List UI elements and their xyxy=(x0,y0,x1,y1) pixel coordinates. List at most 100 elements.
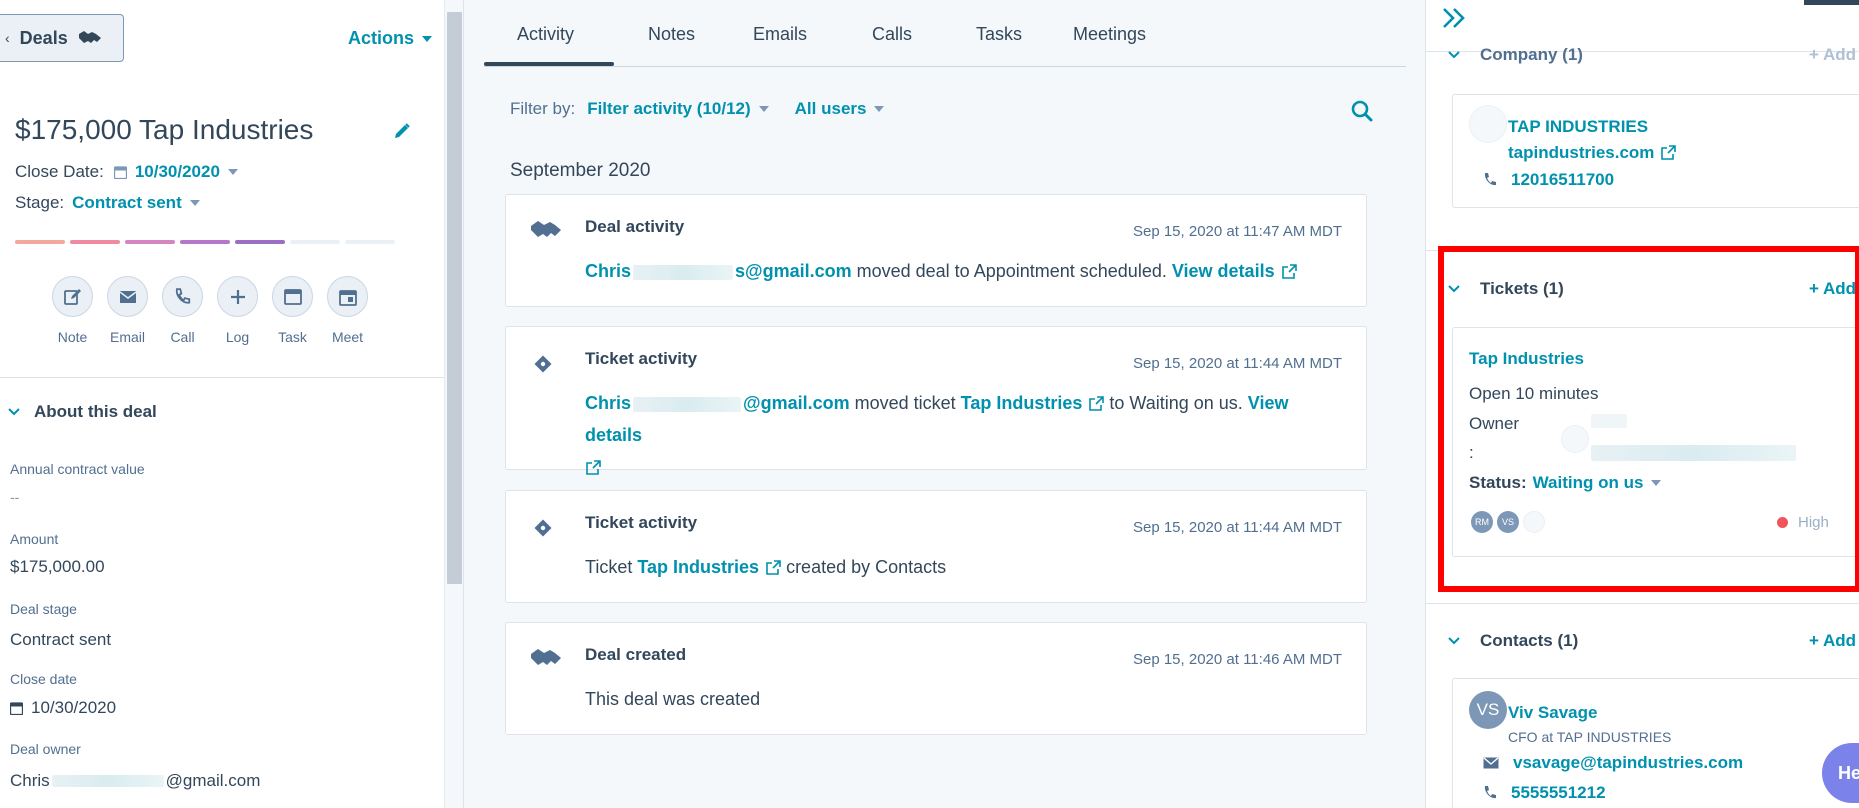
task-icon[interactable] xyxy=(272,276,313,317)
active-tab-indicator xyxy=(484,62,614,66)
pipeline-segment xyxy=(125,240,175,244)
activity-text: Ticket xyxy=(585,557,633,577)
company-phone[interactable]: 12016511700 xyxy=(1483,170,1614,190)
external-link-icon[interactable] xyxy=(585,460,601,476)
phone-icon[interactable] xyxy=(162,276,203,317)
back-to-deals-button[interactable]: ‹ Deals xyxy=(0,14,124,62)
email-icon[interactable] xyxy=(107,276,148,317)
actions-dropdown[interactable]: Actions xyxy=(348,28,433,49)
activity-text: moved ticket xyxy=(854,393,956,413)
user-link[interactable]: Chris @gmail.com xyxy=(585,393,850,413)
all-users-label: All users xyxy=(794,99,867,118)
calendar-icon xyxy=(10,701,23,715)
activity-card[interactable]: Ticket activity Sep 15, 2020 at 11:44 AM… xyxy=(505,326,1367,476)
tab-tasks[interactable]: Tasks xyxy=(976,24,1022,45)
phone-icon xyxy=(1483,785,1497,801)
all-users-dropdown[interactable]: All users xyxy=(795,99,885,119)
chevron-down-icon xyxy=(8,408,20,416)
add-contact-button[interactable]: + Add xyxy=(1809,631,1856,651)
contacts-section-toggle[interactable]: Contacts (1) xyxy=(1448,631,1578,651)
company-domain-link[interactable]: tapindustries.com xyxy=(1508,143,1677,163)
plus-icon[interactable] xyxy=(217,276,258,317)
pipeline-segment xyxy=(290,240,340,244)
stage-label: Stage: xyxy=(15,193,65,212)
caret-down-icon xyxy=(758,106,769,112)
quick-action-label: Meet xyxy=(331,329,364,345)
double-chevron-right-icon[interactable] xyxy=(1441,6,1467,30)
property-value[interactable]: -- xyxy=(10,489,19,505)
property-value-owner[interactable]: Chris @gmail.com xyxy=(10,771,260,791)
chevron-down-icon xyxy=(1448,637,1460,645)
quick-action-note[interactable]: Note xyxy=(52,276,93,345)
add-company-button[interactable]: + Add xyxy=(1809,45,1856,65)
tab-emails[interactable]: Emails xyxy=(753,24,807,45)
company-name-link[interactable]: TAP INDUSTRIES xyxy=(1508,117,1648,137)
pencil-icon[interactable] xyxy=(393,122,411,140)
tab-bar: Activity Notes Emails Calls Tasks Meetin… xyxy=(484,0,1406,67)
contact-name-link[interactable]: Viv Savage xyxy=(1508,703,1597,723)
activity-card[interactable]: Deal activity Sep 15, 2020 at 11:47 AM M… xyxy=(505,194,1367,307)
redacted-blur xyxy=(633,396,742,412)
property-value[interactable]: Contract sent xyxy=(10,630,111,650)
about-section-toggle[interactable]: About this deal xyxy=(8,402,157,422)
property-label: Amount xyxy=(10,531,59,547)
pipeline-segment xyxy=(235,240,285,244)
quick-actions: Note Email Call Log Task Meet xyxy=(52,276,368,345)
scrollbar-thumb[interactable] xyxy=(447,12,462,584)
divider xyxy=(0,377,444,378)
redacted-blur xyxy=(633,264,734,280)
contact-email[interactable]: vsavage@tapindustries.com xyxy=(1483,753,1743,773)
property-value[interactable]: $175,000.00 xyxy=(10,557,105,577)
user-link[interactable]: Chris s@gmail.com xyxy=(585,261,852,281)
deal-title: $175,000 Tap Industries xyxy=(15,114,314,145)
quick-action-email[interactable]: Email xyxy=(107,276,148,345)
quick-action-label: Call xyxy=(170,329,195,345)
activity-text: created by Contacts xyxy=(786,557,947,577)
close-date-dropdown[interactable]: 10/30/2020 xyxy=(113,162,238,182)
quick-action-meet[interactable]: Meet xyxy=(327,276,368,345)
pipeline-segment xyxy=(15,240,65,244)
pipeline-segment xyxy=(345,240,395,244)
caret-down-icon xyxy=(227,169,238,175)
redacted-blur xyxy=(51,775,164,787)
filter-activity-dropdown[interactable]: Filter activity (10/12) xyxy=(587,99,769,119)
filter-activity-label: Filter activity (10/12) xyxy=(587,99,751,118)
activity-body: Chris s@gmail.com moved deal to Appointme… xyxy=(585,255,1297,287)
external-link-icon xyxy=(765,560,781,576)
user-name: Chris xyxy=(585,261,632,281)
quick-action-log[interactable]: Log xyxy=(217,276,258,345)
quick-action-label: Task xyxy=(278,329,307,345)
pipeline-segment xyxy=(180,240,230,244)
company-section-toggle[interactable]: Company (1) xyxy=(1448,45,1583,65)
quick-action-call[interactable]: Call xyxy=(162,276,203,345)
ticket-link[interactable]: Tap Industries xyxy=(961,393,1105,413)
scrollbar[interactable] xyxy=(444,0,464,808)
view-details-link[interactable]: View details xyxy=(1172,261,1297,281)
owner-first-name: Chris xyxy=(10,771,50,790)
activity-card[interactable]: Deal created Sep 15, 2020 at 11:46 AM MD… xyxy=(505,622,1367,735)
note-icon[interactable] xyxy=(52,276,93,317)
company-phone-number: 12016511700 xyxy=(1511,170,1615,189)
search-icon[interactable] xyxy=(1351,100,1373,122)
activity-text: to Waiting on us. xyxy=(1109,393,1243,413)
ticket-link[interactable]: Tap Industries xyxy=(637,557,781,577)
deal-sidebar: ‹ Deals Actions $175,000 Tap Industries … xyxy=(0,0,444,808)
associations-sidebar: Company (1) + Add TAP INDUSTRIES tapindu… xyxy=(1425,0,1859,808)
tab-calls[interactable]: Calls xyxy=(872,24,912,45)
contacts-heading: Contacts (1) xyxy=(1480,631,1579,650)
tab-activity[interactable]: Activity xyxy=(517,24,574,45)
quick-action-task[interactable]: Task xyxy=(272,276,313,345)
contact-phone[interactable]: 5555551212 xyxy=(1483,783,1606,803)
filter-bar: Filter by: Filter activity (10/12) All u… xyxy=(510,99,885,119)
calendar-icon[interactable] xyxy=(327,276,368,317)
actions-label: Actions xyxy=(348,28,415,48)
activity-title: Ticket activity xyxy=(585,349,698,368)
phone-icon xyxy=(1483,172,1497,188)
tab-notes[interactable]: Notes xyxy=(648,24,695,45)
activity-card[interactable]: Ticket activity Sep 15, 2020 at 11:44 AM… xyxy=(505,490,1367,603)
filter-by-label: Filter by: xyxy=(510,99,576,118)
property-value-close-date[interactable]: 10/30/2020 xyxy=(10,698,116,718)
contact-avatar: VS xyxy=(1469,691,1507,729)
stage-dropdown[interactable]: Contract sent xyxy=(72,193,200,213)
tab-meetings[interactable]: Meetings xyxy=(1073,24,1146,45)
